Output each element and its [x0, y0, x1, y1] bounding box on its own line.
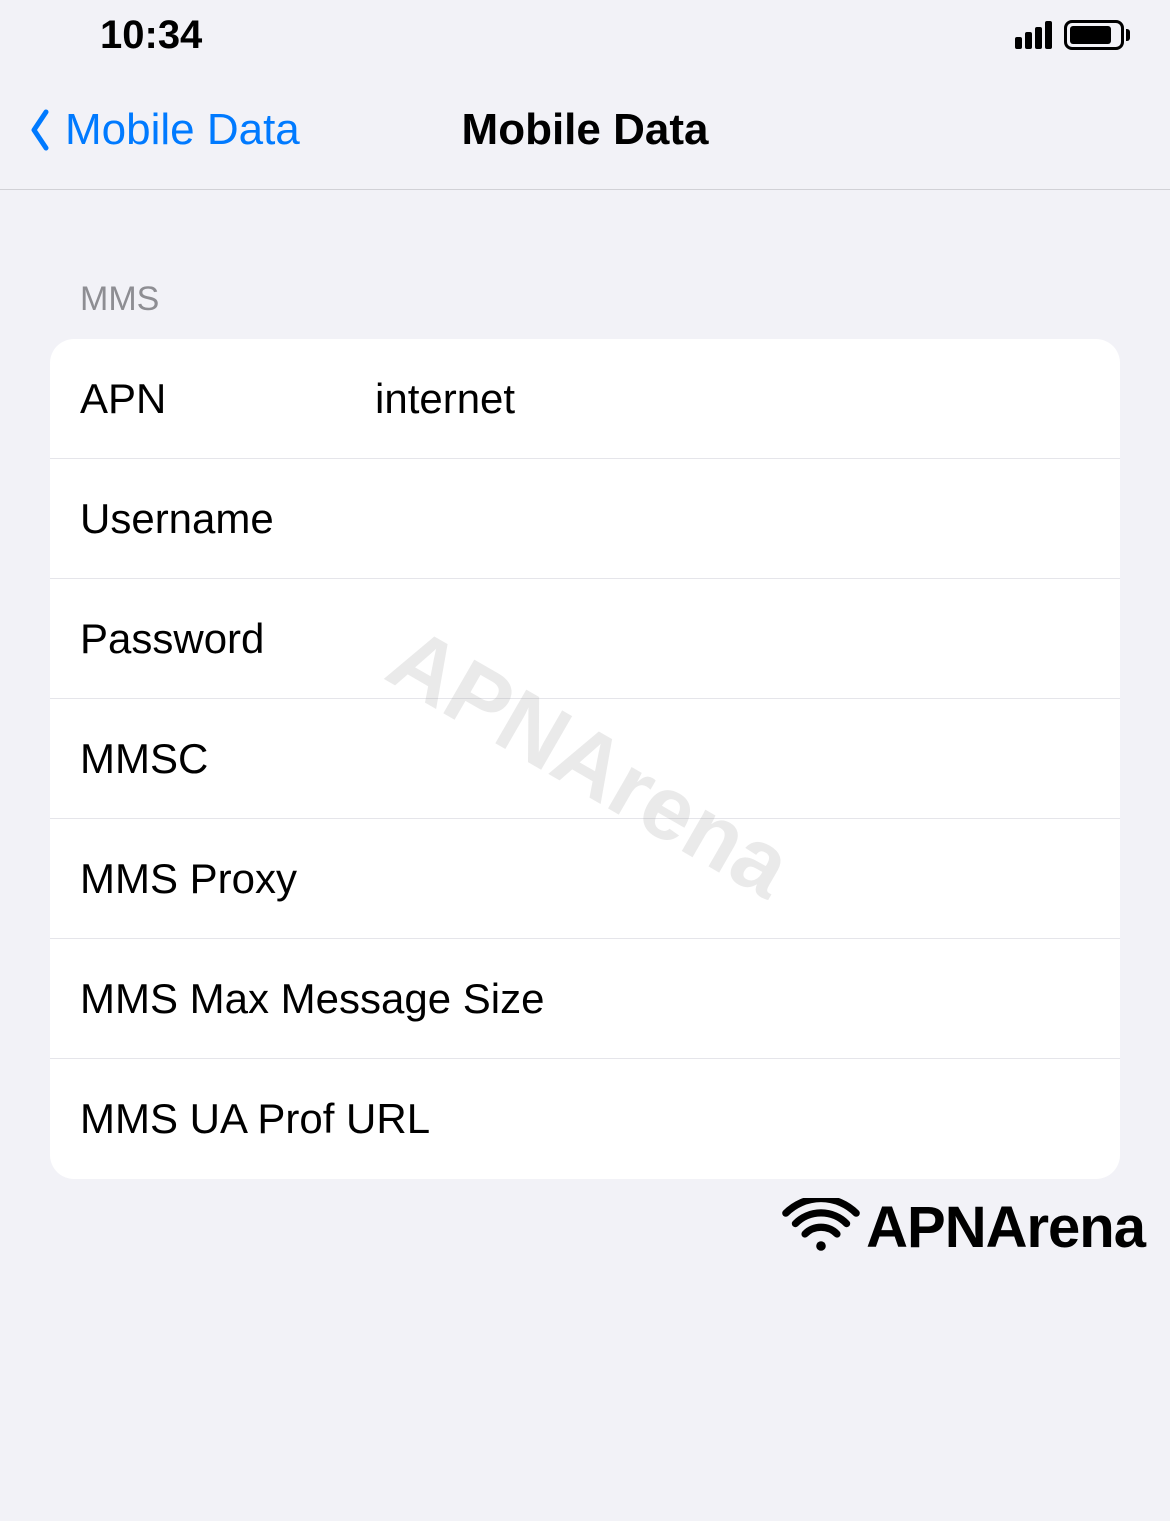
cellular-signal-icon: [1015, 21, 1052, 49]
mms-ua-prof-row[interactable]: MMS UA Prof URL: [50, 1059, 1120, 1179]
content-area: MMS APN Username Password MMSC MMS Proxy: [0, 190, 1170, 1179]
apn-label: APN: [80, 375, 375, 423]
password-input[interactable]: [375, 615, 1120, 663]
apn-input[interactable]: [375, 375, 1120, 423]
status-time: 10:34: [100, 13, 202, 58]
brand-logo: APNArena: [781, 1194, 1145, 1261]
mms-proxy-input[interactable]: [375, 855, 1120, 903]
settings-group: APN Username Password MMSC MMS Proxy MMS…: [50, 339, 1120, 1179]
mmsc-label: MMSC: [80, 735, 375, 783]
mms-proxy-label: MMS Proxy: [80, 855, 375, 903]
chevron-left-icon: [25, 105, 55, 155]
brand-text: APNArena: [866, 1194, 1145, 1261]
status-icons: [1015, 20, 1130, 50]
back-button[interactable]: Mobile Data: [0, 105, 300, 155]
section-header: MMS: [50, 280, 1120, 319]
mms-ua-prof-label: MMS UA Prof URL: [80, 1095, 1120, 1143]
back-label: Mobile Data: [65, 105, 300, 155]
status-bar: 10:34: [0, 0, 1170, 70]
page-title: Mobile Data: [462, 105, 709, 155]
mms-proxy-row[interactable]: MMS Proxy: [50, 819, 1120, 939]
password-row[interactable]: Password: [50, 579, 1120, 699]
username-label: Username: [80, 495, 375, 543]
mms-max-size-label: MMS Max Message Size: [80, 975, 1120, 1023]
username-row[interactable]: Username: [50, 459, 1120, 579]
username-input[interactable]: [375, 495, 1120, 543]
password-label: Password: [80, 615, 375, 663]
mms-max-size-row[interactable]: MMS Max Message Size: [50, 939, 1120, 1059]
apn-row[interactable]: APN: [50, 339, 1120, 459]
mmsc-row[interactable]: MMSC: [50, 699, 1120, 819]
mmsc-input[interactable]: [375, 735, 1120, 783]
battery-icon: [1064, 20, 1130, 50]
navigation-bar: Mobile Data Mobile Data: [0, 70, 1170, 190]
wifi-icon: [781, 1198, 861, 1258]
